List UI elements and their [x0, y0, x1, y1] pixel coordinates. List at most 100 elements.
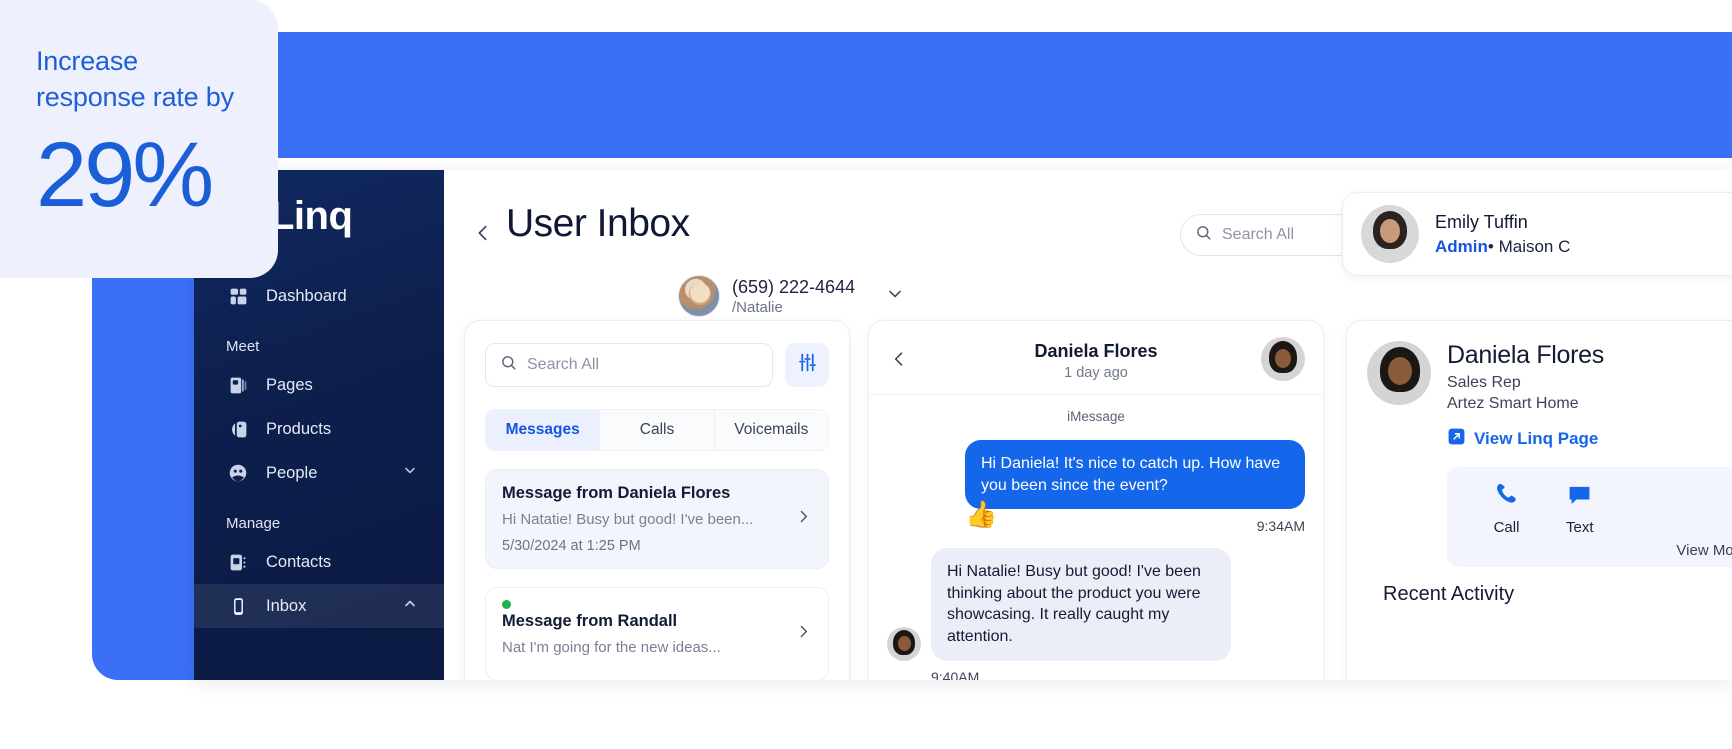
unread-indicator-dot — [502, 600, 511, 609]
list-search-placeholder: Search All — [527, 356, 600, 373]
page-header: User Inbox (659) 222-4644 /Natalie Searc… — [444, 170, 1732, 320]
sidebar-item-label: Dashboard — [266, 286, 347, 305]
inbox-tabs: Messages Calls Voicemails — [485, 409, 829, 451]
user-line-selector[interactable]: (659) 222-4644 /Natalie — [678, 275, 905, 317]
filter-button[interactable] — [785, 343, 829, 387]
sidebar-item-dashboard[interactable]: Dashboard — [194, 274, 444, 318]
chevron-up-icon[interactable] — [402, 596, 418, 617]
back-chevron-icon[interactable] — [472, 218, 494, 248]
sidebar-group-meet: Meet — [226, 338, 260, 355]
message-snippet: Hi Natatie! Busy but good! I've been... — [502, 511, 754, 528]
list-item[interactable]: Message from Randall Nat I'm going for t… — [485, 587, 829, 680]
recent-activity-heading: Recent Activity — [1383, 583, 1515, 605]
chevron-down-icon[interactable] — [402, 463, 418, 484]
contact-company: Artez Smart Home — [1447, 395, 1579, 412]
account-name: Emily Tuffin — [1435, 211, 1528, 232]
chevron-down-icon[interactable] — [885, 284, 905, 309]
sidebar-item-pages[interactable]: Pages — [194, 363, 444, 407]
message-bubble-incoming: Hi Natalie! Busy but good! I've been thi… — [931, 548, 1231, 661]
sidebar-item-label: Pages — [266, 375, 313, 394]
message-thread: iMessage Hi Daniela! It's nice to catch … — [869, 395, 1323, 680]
contact-action-row: Call Text — [1457, 481, 1732, 536]
account-profile-card[interactable]: Emily Tuffin Admin• Maison C — [1342, 192, 1732, 276]
conversation-contact-name: Daniela Flores — [1034, 341, 1158, 361]
sidebar-item-label: Contacts — [266, 552, 332, 571]
call-button[interactable]: Call — [1493, 481, 1520, 536]
account-separator: • — [1487, 236, 1494, 256]
page-title: User Inbox — [506, 202, 690, 245]
contact-details-panel: Daniela Flores Sales Rep Artez Smart Hom… — [1346, 320, 1732, 680]
message-timestamp: 9:40AM — [931, 668, 980, 680]
sidebar-item-inbox[interactable]: Inbox — [194, 584, 444, 628]
message-list-panel: Search All Messages Calls Voicemails Mes… — [464, 320, 850, 680]
sidebar-item-products[interactable]: Products — [194, 407, 444, 451]
view-linq-page-link[interactable]: View Linq Page — [1447, 427, 1725, 451]
message-title: Message from Daniela Flores — [502, 484, 731, 502]
account-org: Maison C — [1498, 236, 1571, 256]
avatar — [887, 626, 921, 661]
pages-icon — [226, 373, 250, 397]
inbox-columns: Search All Messages Calls Voicemails Mes… — [444, 320, 1732, 680]
outgoing-message-row: Hi Daniela! It's nice to catch up. How h… — [887, 440, 1305, 527]
chevron-right-icon[interactable] — [795, 623, 812, 645]
list-item[interactable]: Message from Daniela Flores Hi Natatie! … — [485, 469, 829, 569]
tab-voicemails[interactable]: Voicemails — [715, 410, 828, 450]
dashboard-icon — [226, 284, 250, 308]
view-linq-page-label: View Linq Page — [1474, 429, 1599, 448]
text-label: Text — [1566, 519, 1594, 536]
products-icon — [226, 417, 250, 441]
decorative-white-gap — [194, 158, 1732, 170]
avatar — [678, 275, 720, 317]
view-more-link[interactable]: View More — [1457, 536, 1732, 559]
chat-bubble-icon — [1566, 481, 1593, 513]
service-label: iMessage — [1067, 409, 1125, 424]
tab-messages[interactable]: Messages — [486, 410, 601, 450]
incoming-message-row: Hi Natalie! Busy but good! I've been thi… — [887, 548, 1305, 661]
user-handle: /Natalie — [732, 298, 783, 316]
external-link-icon — [1447, 427, 1466, 451]
tab-calls[interactable]: Calls — [600, 410, 715, 450]
call-label: Call — [1493, 519, 1520, 536]
avatar — [1261, 337, 1305, 381]
contact-role: Sales Rep — [1447, 374, 1521, 391]
text-button[interactable]: Text — [1566, 481, 1594, 536]
conversation-last-activity: 1 day ago — [1064, 365, 1128, 381]
message-title: Message from Randall — [502, 612, 678, 630]
sidebar-item-people[interactable]: People — [194, 451, 444, 495]
avatar — [1367, 341, 1431, 405]
message-timestamp: 5/30/2024 at 1:25 PM — [502, 538, 641, 554]
contact-details-inner: Daniela Flores Sales Rep Artez Smart Hom… — [1347, 321, 1732, 606]
contact-actions: Call Text View Mo — [1447, 467, 1732, 567]
contact-summary: Daniela Flores Sales Rep Artez Smart Hom… — [1367, 341, 1725, 413]
chevron-right-icon[interactable] — [795, 508, 812, 530]
conversation-panel: Daniela Flores 1 day ago iMessage Hi Dan… — [868, 320, 1324, 680]
search-icon — [1195, 224, 1212, 246]
thumbs-up-reaction-icon[interactable]: 👍 — [965, 501, 997, 527]
account-role-line: Admin• Maison C — [1435, 237, 1570, 257]
sidebar-item-label: People — [266, 463, 318, 482]
back-chevron-icon[interactable] — [889, 347, 909, 376]
message-bubble-outgoing: Hi Daniela! It's nice to catch up. How h… — [965, 440, 1305, 510]
sidebar-item-contacts[interactable]: Contacts — [194, 540, 444, 584]
phone-icon — [1493, 481, 1520, 513]
stat-callout-card: Increase response rate by 29% — [0, 0, 278, 278]
app-root: Linq Dashboard Meet Pages Products Peopl… — [0, 0, 1732, 749]
avatar — [1361, 205, 1419, 263]
filter-sliders-icon — [797, 352, 818, 378]
account-role: Admin — [1435, 236, 1488, 256]
message-timestamp: 9:34AM — [1256, 518, 1305, 535]
stat-headline: Increase response rate by — [36, 46, 234, 112]
user-phone-number: (659) 222-4644 — [732, 277, 856, 298]
contacts-icon — [226, 550, 250, 574]
search-icon — [500, 354, 517, 376]
message-snippet: Nat I'm going for the new ideas... — [502, 639, 721, 656]
conversation-header: Daniela Flores 1 day ago — [869, 321, 1323, 395]
main-content: User Inbox (659) 222-4644 /Natalie Searc… — [444, 170, 1732, 680]
list-search-row: Search All — [465, 321, 849, 387]
decorative-blue-bar — [92, 32, 1732, 158]
people-icon — [226, 461, 250, 485]
stat-value: 29% — [36, 124, 214, 227]
inbox-icon — [226, 594, 250, 618]
list-search-input[interactable]: Search All — [485, 343, 773, 387]
sidebar-item-label: Inbox — [266, 596, 307, 615]
